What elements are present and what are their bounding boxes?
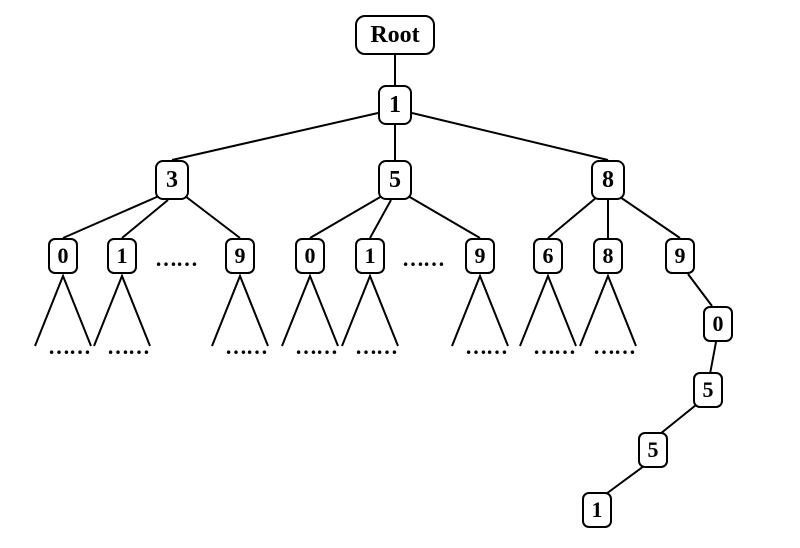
node-tail-5b: 5 [638,432,668,468]
node-tail-5a: 5 [693,372,723,408]
node-8-6: 6 [533,238,563,274]
node-8-8: 8 [593,238,623,274]
edge-layer [0,0,800,548]
ellipsis-subtree: …… [593,334,635,360]
ellipsis-subtree: …… [533,334,575,360]
ellipsis-3-children: …… [155,246,197,272]
ellipsis-subtree: …… [48,334,90,360]
node-8: 8 [591,160,625,200]
ellipsis-subtree: …… [295,334,337,360]
node-3-9: 9 [225,238,255,274]
node-8-9: 9 [665,238,695,274]
node-tail-0: 0 [703,306,733,342]
node-5: 5 [378,160,412,200]
ellipsis-subtree: …… [225,334,267,360]
node-3: 3 [155,160,189,200]
node-5-0: 0 [295,238,325,274]
ellipsis-subtree: …… [107,334,149,360]
ellipsis-5-children: …… [402,246,444,272]
node-tail-1: 1 [582,492,612,528]
node-root: Root [355,15,435,55]
node-1: 1 [378,85,412,125]
node-5-1: 1 [355,238,385,274]
tree-diagram: Root 1 3 5 8 0 1 …… 9 0 1 …… 9 6 8 9 …… … [0,0,800,548]
node-5-9: 9 [465,238,495,274]
node-3-1: 1 [107,238,137,274]
ellipsis-subtree: …… [465,334,507,360]
node-3-0: 0 [48,238,78,274]
ellipsis-subtree: …… [355,334,397,360]
